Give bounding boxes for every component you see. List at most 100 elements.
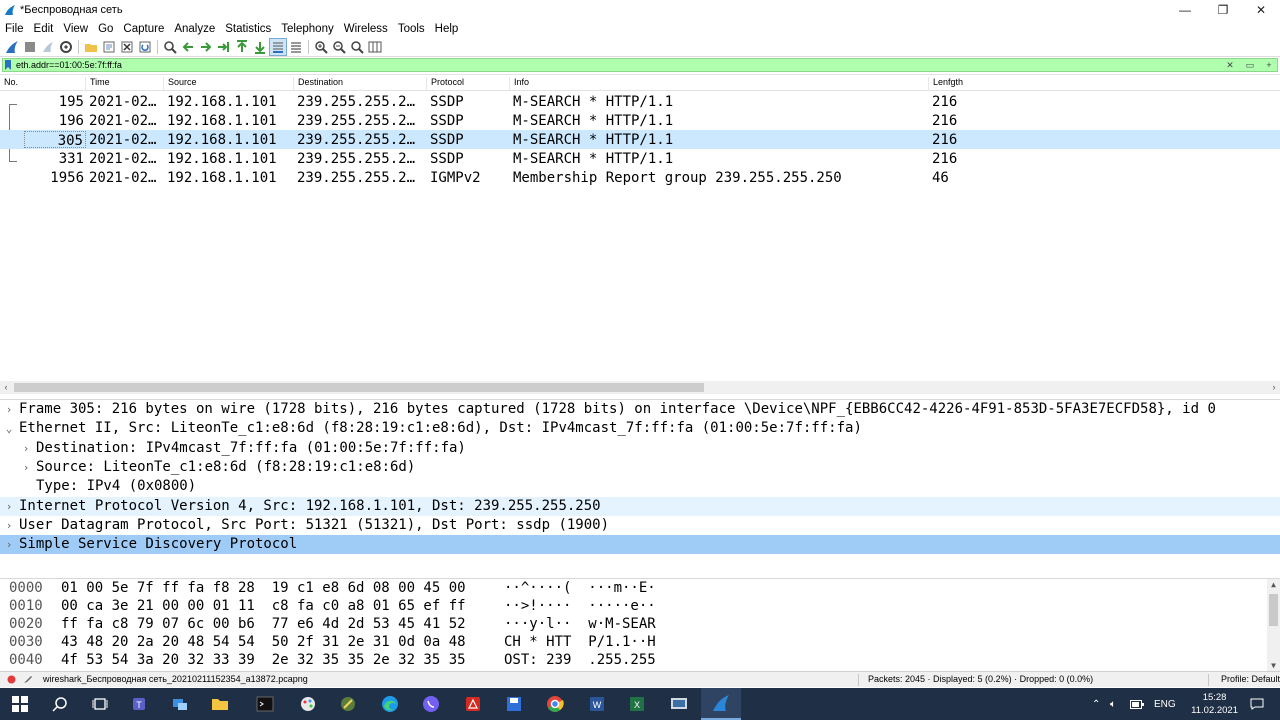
column-destination[interactable]: Destination [294, 77, 427, 91]
close-file-icon[interactable] [118, 38, 136, 56]
collapse-arrow-icon[interactable]: ⌄ [4, 422, 14, 435]
expand-arrow-icon[interactable]: › [4, 500, 14, 513]
bytes-hex[interactable]: 4f 53 54 3a 20 32 33 39 2e 32 35 35 2e 3… [61, 652, 466, 668]
detail-eth-source[interactable]: › Source: LiteonTe_c1:e8:6d (f8:28:19:c1… [0, 458, 1280, 477]
add-filter-button[interactable]: + [1263, 59, 1275, 71]
menu-help[interactable]: Help [435, 23, 459, 35]
expand-arrow-icon[interactable]: › [4, 403, 14, 416]
expand-arrow-icon[interactable]: › [4, 538, 14, 551]
scrollbar-thumb[interactable] [1269, 594, 1278, 626]
column-protocol[interactable]: Protocol [427, 77, 510, 91]
go-first-icon[interactable] [233, 38, 251, 56]
restart-capture-icon[interactable] [39, 38, 57, 56]
packet-row[interactable]: 196 2021-02… 192.168.1.101 239.255.255.2… [0, 111, 1280, 130]
resize-columns-icon[interactable] [366, 38, 384, 56]
detail-udp[interactable]: › User Datagram Protocol, Src Port: 5132… [0, 516, 1280, 535]
filter-history-icon[interactable]: ▭ [1239, 59, 1261, 71]
maps-icon[interactable] [328, 688, 368, 720]
reload-file-icon[interactable] [136, 38, 154, 56]
menu-tools[interactable]: Tools [398, 23, 425, 35]
packet-row[interactable]: 195 2021-02… 192.168.1.101 239.255.255.2… [0, 92, 1280, 111]
bytes-row[interactable]: 0020 ff fa c8 79 07 6c 00 b6 77 e6 4d 2d… [0, 616, 1264, 634]
packet-row[interactable]: 331 2021-02… 192.168.1.101 239.255.255.2… [0, 149, 1280, 168]
close-button[interactable]: ✕ [1242, 0, 1280, 20]
save-file-icon[interactable] [100, 38, 118, 56]
bytes-hex[interactable]: 43 48 20 2a 20 48 54 54 50 2f 31 2e 31 0… [61, 634, 466, 650]
menu-go[interactable]: Go [98, 23, 113, 35]
detail-ipv4[interactable]: › Internet Protocol Version 4, Src: 192.… [0, 496, 1280, 516]
menu-capture[interactable]: Capture [123, 23, 164, 35]
viber-icon[interactable] [411, 688, 451, 720]
bytes-hex[interactable]: 00 ca 3e 21 00 00 01 11 c8 fa c0 a8 01 6… [61, 598, 466, 614]
go-to-packet-icon[interactable] [215, 38, 233, 56]
packet-row[interactable]: 1956 2021-02… 192.168.1.101 239.255.255.… [0, 168, 1280, 187]
bytes-row[interactable]: 0000 01 00 5e 7f ff fa f8 28 19 c1 e8 6d… [0, 580, 1264, 598]
capture-options-icon[interactable] [57, 38, 75, 56]
chrome-icon[interactable] [535, 688, 575, 720]
maximize-button[interactable]: ❐ [1204, 0, 1242, 20]
go-forward-icon[interactable] [197, 38, 215, 56]
expert-info-icon[interactable] [7, 675, 16, 684]
expand-arrow-icon[interactable]: › [21, 461, 31, 474]
expand-arrow-icon[interactable]: › [21, 442, 31, 455]
word-icon[interactable]: W [577, 688, 617, 720]
paint-icon[interactable] [288, 688, 328, 720]
save-app-icon[interactable] [494, 688, 534, 720]
zoom-normal-icon[interactable] [348, 38, 366, 56]
bytes-hex[interactable]: 01 00 5e 7f ff fa f8 28 19 c1 e8 6d 08 0… [61, 580, 466, 596]
packet-list-horizontal-scrollbar[interactable]: ‹ › [0, 381, 1280, 394]
bytes-ascii[interactable]: OST: 239 .255.255 [504, 652, 656, 668]
capture-comment-icon[interactable] [23, 674, 33, 684]
menu-wireless[interactable]: Wireless [344, 23, 388, 35]
menu-statistics[interactable]: Statistics [225, 23, 271, 35]
detail-eth-destination[interactable]: › Destination: IPv4mcast_7f:ff:fa (01:00… [0, 439, 1280, 458]
bytes-vertical-scrollbar[interactable]: ▲ ▼ [1267, 579, 1280, 671]
acrobat-icon[interactable] [453, 688, 493, 720]
task-view-icon[interactable] [80, 688, 120, 720]
packet-row-selected[interactable]: 305 2021-02… 192.168.1.101 239.255.255.2… [0, 130, 1280, 149]
edge-icon[interactable] [370, 688, 410, 720]
column-source[interactable]: Source [164, 77, 294, 91]
menu-analyze[interactable]: Analyze [174, 23, 215, 35]
scrollbar-thumb[interactable] [14, 383, 704, 392]
bytes-ascii[interactable]: CH * HTT P/1.1··H [504, 634, 656, 650]
autoscroll-icon[interactable] [269, 37, 287, 56]
wireshark-taskbar-icon[interactable] [701, 688, 741, 720]
filter-bookmark-icon[interactable] [3, 59, 13, 71]
remote-desktop-icon[interactable] [659, 688, 699, 720]
network-app-icon[interactable] [160, 688, 200, 720]
bytes-row[interactable]: 0040 4f 53 54 3a 20 32 33 39 2e 32 35 35… [0, 652, 1264, 670]
bytes-ascii[interactable]: ···y·l·· w·M-SEAR [504, 616, 656, 632]
bytes-row[interactable]: 0030 43 48 20 2a 20 48 54 54 50 2f 31 2e… [0, 634, 1264, 652]
scroll-left-icon[interactable]: ‹ [0, 381, 12, 394]
go-back-icon[interactable] [179, 38, 197, 56]
colorize-icon[interactable] [287, 38, 305, 56]
detail-ethernet[interactable]: ⌄ Ethernet II, Src: LiteonTe_c1:e8:6d (f… [0, 419, 1280, 438]
menu-view[interactable]: View [63, 23, 88, 35]
file-explorer-icon[interactable] [200, 688, 240, 720]
teams-icon[interactable]: T [120, 688, 160, 720]
terminal-icon[interactable] [245, 688, 285, 720]
display-filter-input[interactable] [13, 59, 1213, 71]
expand-arrow-icon[interactable]: › [4, 519, 14, 532]
taskbar-clock[interactable]: 15:28 11.02.2021 [1191, 691, 1238, 717]
bytes-ascii[interactable]: ··>!···· ·····e·· [504, 598, 656, 614]
minimize-button[interactable]: — [1166, 0, 1204, 20]
detail-eth-type[interactable]: Type: IPv4 (0x0800) [0, 477, 1280, 496]
notifications-icon[interactable] [1250, 688, 1264, 720]
zoom-in-icon[interactable] [312, 38, 330, 56]
start-icon[interactable] [0, 688, 40, 720]
column-length[interactable]: Lenfgth [929, 77, 1009, 91]
language-indicator[interactable]: ENG [1154, 688, 1176, 720]
zoom-out-icon[interactable] [330, 38, 348, 56]
column-time[interactable]: Time [86, 77, 164, 91]
bytes-ascii[interactable]: ··^····( ···m··E· [504, 580, 656, 596]
tray-chevron-icon[interactable]: ⌃ [1092, 688, 1100, 720]
excel-icon[interactable]: X [617, 688, 657, 720]
find-packet-icon[interactable] [161, 38, 179, 56]
menu-file[interactable]: File [5, 23, 24, 35]
bytes-hex[interactable]: ff fa c8 79 07 6c 00 b6 77 e6 4d 2d 53 4… [61, 616, 466, 632]
column-info[interactable]: Info [510, 77, 929, 91]
scroll-right-icon[interactable]: › [1268, 381, 1280, 394]
column-no[interactable]: No. [0, 77, 86, 91]
